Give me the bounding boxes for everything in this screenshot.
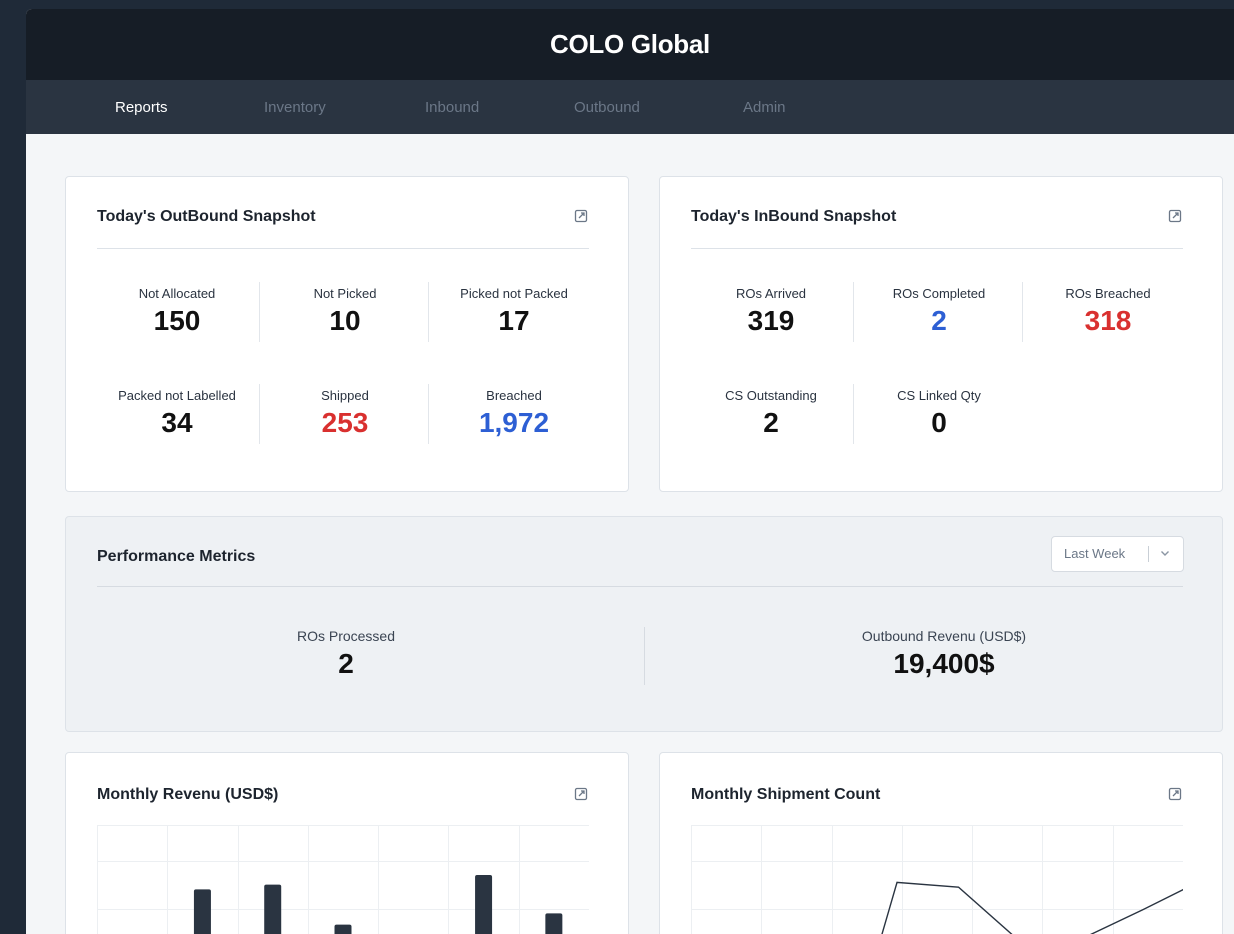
bar [545, 913, 563, 934]
app-title: COLO Global [550, 29, 710, 59]
monthly-shipment-chart [691, 825, 1183, 934]
bar [475, 875, 493, 934]
panel-divider [97, 586, 1183, 587]
inbound-card-title: Today's InBound Snapshot [691, 208, 897, 225]
series-line [881, 881, 1183, 934]
stat-separator [259, 384, 260, 444]
tab-admin[interactable]: Admin [743, 99, 786, 116]
inbound-snapshot-card: Today's InBound Snapshot ROs Arrived 319… [659, 176, 1223, 492]
select-separator [1148, 546, 1149, 562]
stat-cs-outstanding: CS Outstanding 2 [725, 388, 817, 438]
external-link-icon[interactable] [1168, 787, 1182, 801]
stat-breached: Breached 1,972 [478, 388, 550, 438]
outbound-card-title: Today's OutBound Snapshot [97, 208, 316, 225]
stat-separator [853, 384, 854, 444]
stat-ros-arrived: ROs Arrived 319 [735, 286, 807, 336]
bar [193, 889, 211, 934]
performance-metrics-panel: Performance Metrics Last Week ROs Proces… [65, 516, 1223, 732]
card-divider [97, 248, 589, 249]
external-link-icon[interactable] [574, 787, 588, 801]
stat-separator [853, 282, 854, 342]
monthly-revenue-chart [97, 825, 589, 934]
period-select[interactable]: Last Week [1051, 536, 1184, 572]
monthly-shipment-card: Monthly Shipment Count [659, 752, 1223, 934]
stat-separator [428, 384, 429, 444]
stat-picked-not-packed: Picked not Packed 17 [460, 286, 568, 336]
title-bar: COLO Global [26, 9, 1234, 80]
stat-packed-not-labelled: Packed not Labelled 34 [118, 388, 236, 438]
chevron-down-icon [1158, 546, 1172, 560]
tab-outbound[interactable]: Outbound [574, 99, 640, 116]
tab-reports[interactable]: Reports [115, 99, 168, 116]
stat-outbound-revenue: Outbound Revenu (USD$) 19,400$ [861, 628, 1027, 679]
app-window: COLO Global Reports Inventory Inbound Ou… [26, 9, 1234, 934]
tab-inventory[interactable]: Inventory [264, 99, 326, 116]
monthly-revenue-title: Monthly Revenu (USD$) [97, 786, 279, 803]
stat-separator [259, 282, 260, 342]
monthly-shipment-title: Monthly Shipment Count [691, 786, 881, 803]
period-select-value: Last Week [1064, 546, 1126, 561]
stat-ros-completed: ROs Completed 2 [892, 286, 986, 336]
stat-not-allocated: Not Allocated 150 [138, 286, 216, 336]
stat-cs-linked-qty: CS Linked Qty 0 [897, 388, 981, 438]
tab-inbound[interactable]: Inbound [425, 99, 479, 116]
main-nav: Reports Inventory Inbound Outbound Admin [26, 80, 1234, 134]
external-link-icon[interactable] [1168, 209, 1182, 223]
monthly-revenue-card: Monthly Revenu (USD$) [65, 752, 629, 934]
external-link-icon[interactable] [574, 209, 588, 223]
stat-ros-processed: ROs Processed 2 [296, 628, 396, 679]
performance-title: Performance Metrics [97, 548, 256, 565]
stat-separator [644, 627, 645, 685]
stat-shipped: Shipped 253 [321, 388, 369, 438]
outbound-snapshot-card: Today's OutBound Snapshot Not Allocated … [65, 176, 629, 492]
stat-not-picked: Not Picked 10 [313, 286, 377, 336]
card-divider [691, 248, 1183, 249]
bar [334, 924, 352, 934]
stat-ros-breached: ROs Breached 318 [1065, 286, 1151, 336]
stat-separator [428, 282, 429, 342]
bar [264, 884, 282, 934]
stat-separator [1022, 282, 1023, 342]
